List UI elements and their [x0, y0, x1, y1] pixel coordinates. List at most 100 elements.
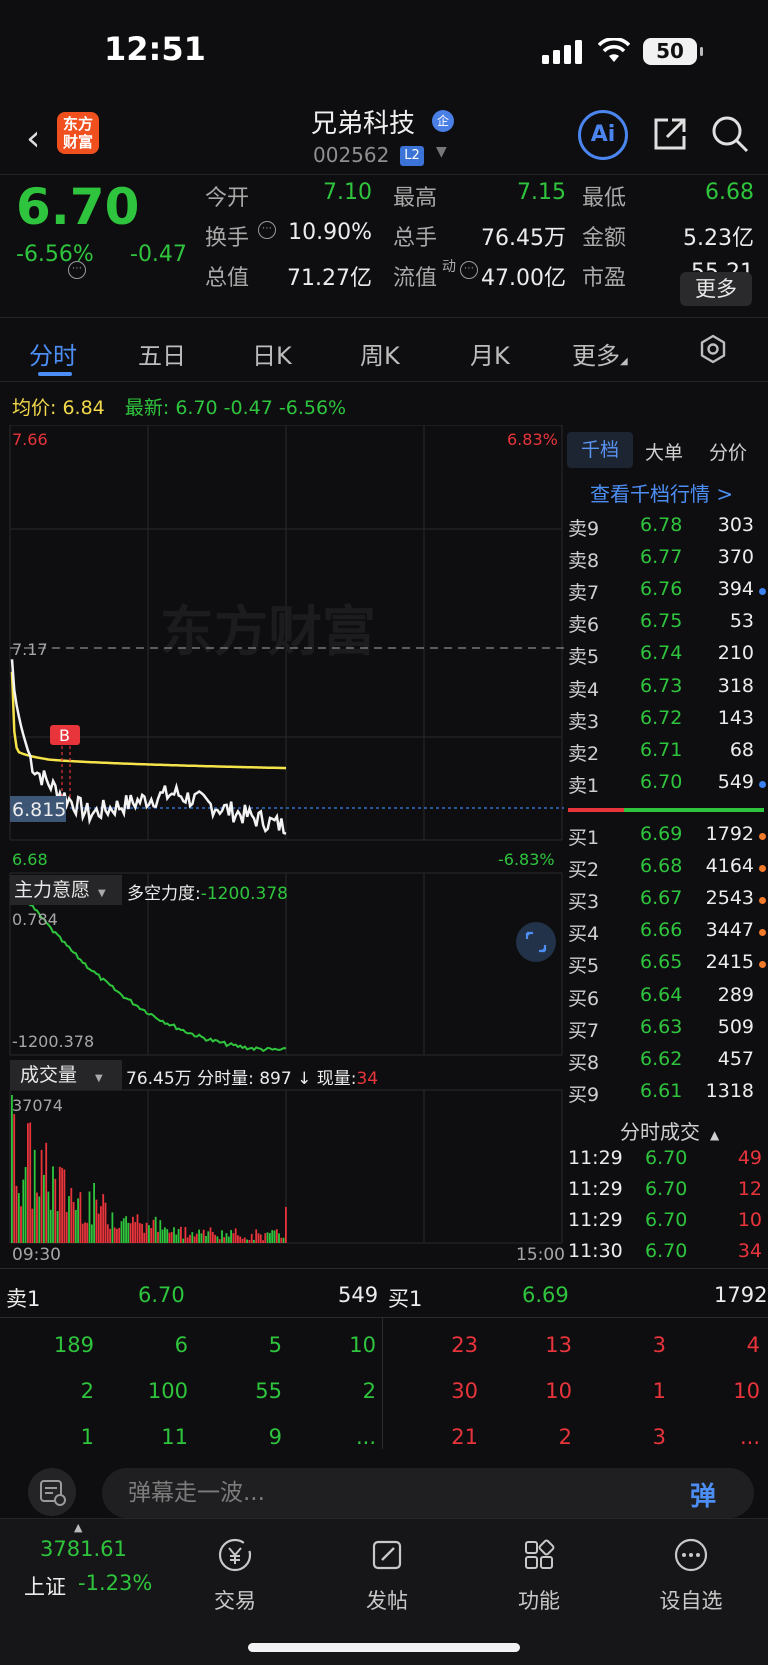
back-button[interactable]: ‹ [26, 118, 40, 159]
index-value[interactable]: 3781.61 [40, 1537, 127, 1561]
bid-price: 6.65 [640, 951, 683, 974]
tab-monthly-k[interactable]: 月K [470, 336, 510, 371]
change-amount: -0.47 [130, 242, 187, 267]
volume-bar [152, 1219, 155, 1243]
nav-trade-label: 交易 [214, 1589, 256, 1613]
tab-thousand-levels[interactable]: 千档 [567, 432, 633, 468]
ai-assistant-button[interactable]: Ai [578, 110, 628, 160]
ask-price: 6.72 [640, 706, 683, 729]
ask-row[interactable]: 卖3 6.72 143 [568, 707, 766, 737]
ask-row[interactable]: 卖5 6.74 210 [568, 642, 766, 672]
ask-row[interactable]: 卖8 6.77 370 [568, 546, 766, 576]
volume-selector[interactable]: 成交量 ▼ [10, 1060, 122, 1090]
queue-sell-label: 卖1 [6, 1287, 41, 1311]
chart-bottom-percent: -6.83% [498, 850, 555, 869]
tab-five-day[interactable]: 五日 [138, 336, 186, 371]
chart-end-time: 15:00 [516, 1245, 565, 1265]
volume-bar [246, 1239, 248, 1243]
bid-row[interactable]: 买6 6.64 289 [568, 984, 766, 1014]
volume-bar [65, 1212, 68, 1243]
more-quote-button[interactable]: 更多 [680, 272, 752, 306]
ask-row[interactable]: 卖7 6.76 394 [568, 578, 766, 608]
info-icon[interactable]: ⋯ [68, 261, 86, 279]
ask-level-label: 卖5 [568, 646, 600, 669]
order-marker-dot-icon [759, 961, 766, 969]
volume-bar [180, 1226, 182, 1243]
ask-price: 6.71 [640, 738, 683, 761]
nav-post-label: 发帖 [366, 1589, 408, 1613]
index-name[interactable]: 上证 [24, 1571, 66, 1601]
ask-row[interactable]: 卖6 6.75 53 [568, 610, 766, 640]
volume-bar [90, 1224, 93, 1243]
bid-row[interactable]: 买8 6.62 457 [568, 1048, 766, 1078]
ask-volume: 210 [717, 642, 754, 665]
trades-title[interactable]: 分时成交 ▲ [620, 1116, 719, 1145]
tab-more[interactable]: 更多◢ [572, 336, 628, 371]
volume-bar [193, 1236, 196, 1243]
tab-big-orders[interactable]: 大单 [645, 438, 683, 465]
view-depth-link[interactable]: 查看千档行情 > [590, 478, 733, 507]
index-expand-caret-icon[interactable]: ▲ [74, 1521, 82, 1534]
danmu-input[interactable]: 弹幕走一波... [102, 1468, 754, 1518]
volume-bar [116, 1228, 118, 1243]
bid-row[interactable]: 买1 6.69 1792 [568, 823, 766, 853]
bid-row[interactable]: 买2 6.68 4164 [568, 855, 766, 885]
volume-bar [72, 1202, 75, 1243]
bid-row[interactable]: 买4 6.66 3447 [568, 919, 766, 949]
nav-trade[interactable]: 交易 [180, 1535, 290, 1615]
ask-row[interactable]: 卖9 6.78 303 [568, 514, 766, 544]
ask-row[interactable]: 卖2 6.71 68 [568, 739, 766, 769]
danmu-settings-icon[interactable] [28, 1468, 76, 1516]
tab-price-distribution[interactable]: 分价 [709, 438, 747, 465]
queue-column-divider [382, 1317, 383, 1449]
volume-bar [184, 1227, 187, 1243]
stock-code[interactable]: 002562 [313, 143, 389, 167]
tab-intraday[interactable]: 分时 [29, 336, 77, 371]
volume-bar [218, 1239, 221, 1243]
nav-add-watchlist[interactable]: 设自选 [636, 1535, 746, 1615]
bid-row[interactable]: 买5 6.65 2415 [568, 951, 766, 981]
tab-weekly-k[interactable]: 周K [360, 336, 400, 371]
index-percent[interactable]: -1.23% [78, 1571, 152, 1595]
volume-bar [207, 1231, 210, 1243]
info-icon[interactable]: ⋯ [460, 261, 478, 279]
dropdown-caret-icon[interactable]: ▼ [436, 144, 447, 160]
danmu-toggle-button[interactable]: 弹 [690, 1476, 716, 1513]
volume-bar [205, 1236, 207, 1243]
volume-bar [113, 1227, 116, 1243]
quote-field-label: 最低 [582, 186, 627, 211]
ask-level-label: 卖8 [568, 550, 600, 573]
quote-field-label: 今开 [205, 186, 250, 211]
home-indicator[interactable] [248, 1643, 520, 1652]
bid-row[interactable]: 买3 6.67 2543 [568, 887, 766, 917]
volume-bar [111, 1212, 114, 1243]
order-marker-dot-icon [759, 929, 766, 937]
nav-post[interactable]: 发帖 [332, 1535, 442, 1615]
share-icon[interactable] [650, 114, 690, 154]
bid-row[interactable]: 买9 6.61 1318 [568, 1080, 766, 1110]
signal-icon [542, 40, 582, 64]
trade-price: 6.70 [645, 1240, 688, 1262]
search-icon[interactable] [710, 114, 750, 154]
ask-row[interactable]: 卖1 6.70 549 [568, 771, 766, 801]
queue-divider [0, 1317, 768, 1318]
settings-gear-icon[interactable] [698, 334, 728, 364]
queue-order-volume: 1 [80, 1425, 94, 1449]
chart-start-time: 09:30 [12, 1245, 61, 1265]
queue-order-volume: ... [355, 1425, 376, 1449]
bid-volume: 2415 [705, 951, 754, 974]
volume-bar [195, 1233, 198, 1243]
indicator-selector[interactable]: 主力意愿 ▼ [10, 875, 122, 905]
intraday-chart[interactable]: 东方财富 B [0, 425, 564, 1265]
cursor-price-label: 6.815 [12, 799, 67, 821]
bid-price: 6.64 [640, 983, 683, 1006]
ask-row[interactable]: 卖4 6.73 318 [568, 675, 766, 705]
nav-functions[interactable]: 功能 [484, 1535, 594, 1615]
avg-price-value: 6.84 [62, 397, 105, 419]
volume-bar [88, 1191, 91, 1243]
tab-daily-k[interactable]: 日K [252, 336, 292, 371]
bid-row[interactable]: 买7 6.63 509 [568, 1016, 766, 1046]
volume-bar [52, 1166, 54, 1243]
queue-order-volume: 5 [268, 1333, 282, 1357]
info-icon[interactable]: ⋯ [258, 221, 276, 239]
